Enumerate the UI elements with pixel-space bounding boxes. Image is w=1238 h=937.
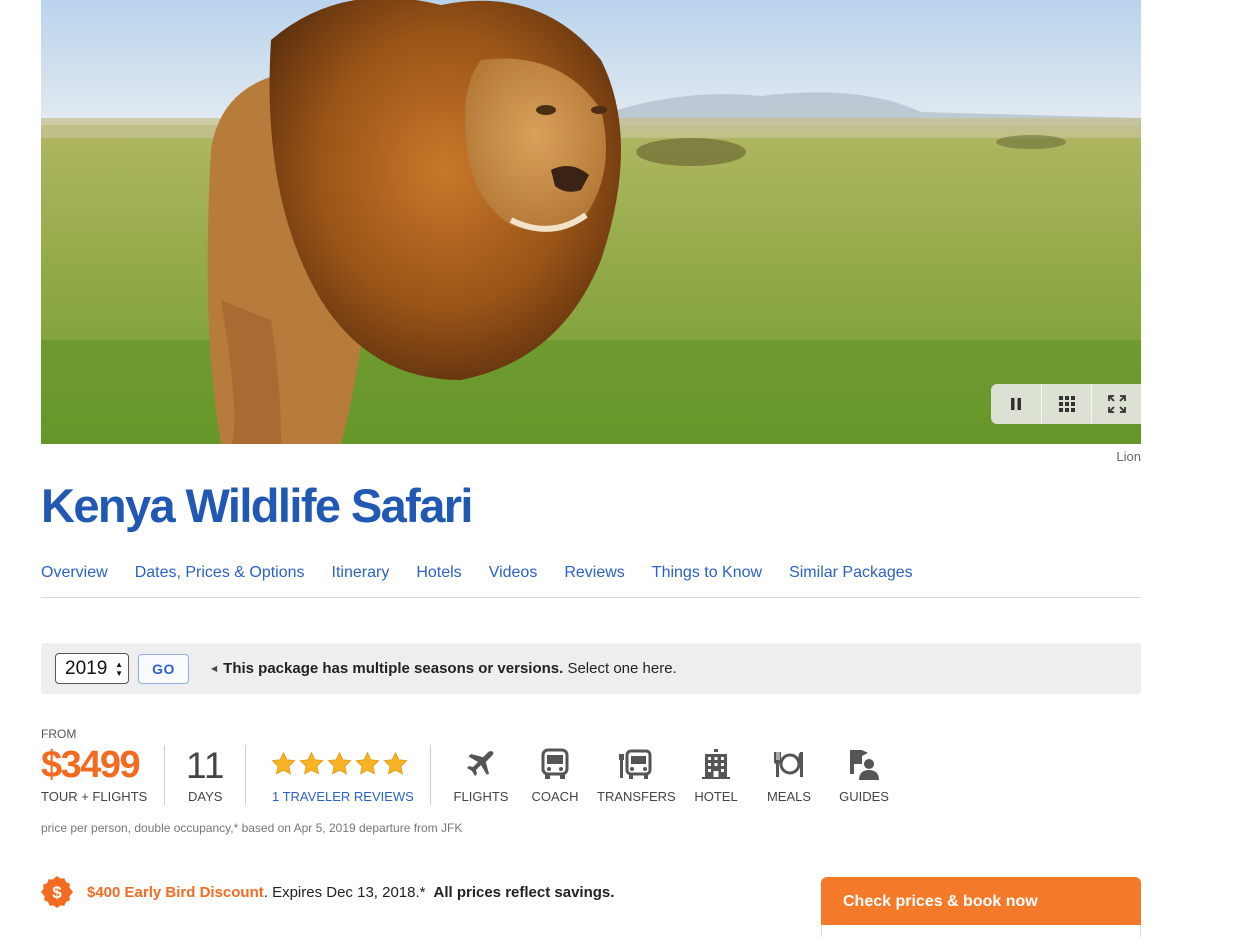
divider (430, 745, 431, 805)
svg-text:$: $ (52, 883, 62, 902)
booking-panel (821, 925, 1141, 937)
season-message-rest: Select one here. (563, 660, 677, 677)
plane-icon (452, 745, 510, 783)
image-caption: Lion (1116, 449, 1141, 464)
hero-image (41, 0, 1141, 444)
discount-text: $400 Early Bird Discount. Expires Dec 13… (87, 884, 614, 901)
inclusion-label: FLIGHTS (453, 789, 509, 804)
discount-expires: . Expires Dec 13, 2018.* (263, 883, 426, 901)
price: $3499 (41, 744, 141, 786)
tab-videos[interactable]: Videos (489, 564, 538, 597)
tab-hotels[interactable]: Hotels (416, 564, 461, 597)
price-subtitle: TOUR + FLIGHTS (41, 789, 148, 804)
dollar-badge-icon: $ (41, 876, 73, 908)
star-icon (383, 751, 408, 775)
divider (245, 745, 246, 805)
rating-stars (270, 751, 410, 777)
tab-reviews[interactable]: Reviews (564, 564, 624, 597)
pause-icon[interactable] (991, 384, 1041, 424)
from-label: FROM (41, 727, 77, 741)
inclusion-hotel: HOTEL (692, 745, 740, 804)
star-icon (299, 751, 324, 775)
inclusion-guides: GUIDES (837, 745, 891, 804)
fullscreen-icon[interactable] (1091, 384, 1141, 424)
tab-similar-packages[interactable]: Similar Packages (789, 564, 913, 597)
star-icon (327, 751, 352, 775)
divider (164, 745, 165, 805)
discount-banner: $ $400 Early Bird Discount. Expires Dec … (41, 876, 614, 908)
hotel-icon (692, 745, 740, 783)
season-message-bold: This package has multiple seasons or ver… (223, 660, 564, 677)
page-title: Kenya Wildlife Safari (41, 479, 474, 532)
tab-things-to-know[interactable]: Things to Know (652, 564, 762, 597)
guides-icon (837, 745, 891, 783)
inclusion-label: HOTEL (694, 789, 738, 804)
tab-dates-prices-options[interactable]: Dates, Prices & Options (135, 564, 305, 597)
days-count: 11 (186, 745, 225, 786)
inclusion-label: COACH (531, 789, 579, 804)
select-arrows-icon: ▲ ▼ (115, 660, 123, 678)
inclusion-meals: MEALS (764, 745, 814, 804)
hero-slideshow[interactable] (41, 0, 1141, 444)
meals-icon (764, 745, 814, 783)
year-select[interactable]: 2019 ▲ ▼ (55, 653, 129, 684)
star-icon (271, 751, 296, 775)
transfer-bus-icon (597, 745, 673, 783)
check-prices-book-button[interactable]: Check prices & book now (821, 877, 1141, 925)
grid-icon[interactable] (1041, 384, 1091, 424)
bus-icon (530, 745, 580, 783)
inclusion-transfers: TRANSFERS (597, 745, 676, 804)
price-note: price per person, double occupancy,* bas… (41, 821, 463, 835)
inclusion-label: MEALS (766, 789, 812, 804)
season-message: ◀ This package has multiple seasons or ve… (211, 660, 677, 677)
star-icon (355, 751, 380, 775)
traveler-reviews-link[interactable]: 1 TRAVELER REVIEWS (272, 789, 414, 804)
inclusion-coach: COACH (530, 745, 580, 804)
section-tabs: Overview Dates, Prices & Options Itinera… (41, 564, 1141, 598)
season-selector-bar: 2019 ▲ ▼ GO ◀ This package has multiple se… (41, 643, 1141, 694)
discount-highlight: $400 Early Bird Discount (87, 883, 264, 901)
inclusion-label: TRANSFERS (597, 789, 676, 804)
discount-savings: All prices reflect savings. (433, 883, 615, 901)
tab-itinerary[interactable]: Itinerary (332, 564, 390, 597)
inclusion-flights: FLIGHTS (452, 745, 510, 804)
inclusion-label: GUIDES (839, 789, 889, 804)
go-button[interactable]: GO (138, 654, 189, 684)
tab-overview[interactable]: Overview (41, 564, 108, 597)
days-label: DAYS (188, 789, 223, 804)
slideshow-controls (991, 384, 1141, 424)
left-arrow-icon: ◀ (211, 664, 218, 673)
year-select-value: 2019 (65, 658, 108, 679)
